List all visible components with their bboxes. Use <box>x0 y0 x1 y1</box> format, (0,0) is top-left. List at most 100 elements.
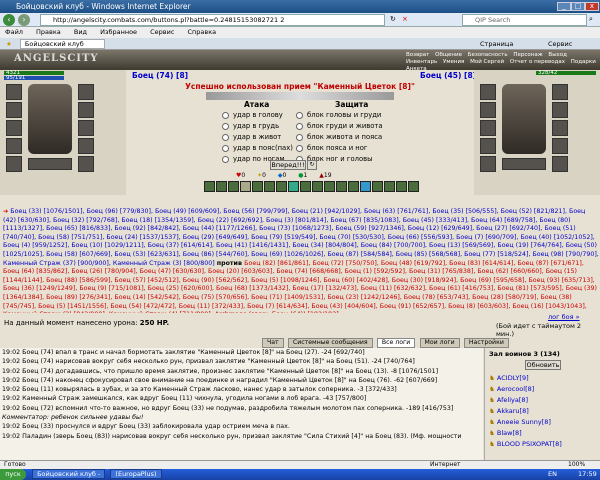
menu-help[interactable]: Справка <box>188 28 217 36</box>
list-item[interactable]: ♞ BLOOD PSIXOPAT[8] <box>489 439 562 450</box>
list-item[interactable]: ♞ Aerocool[8] <box>489 384 562 395</box>
task-ie[interactable]: Бойцовский клуб - <box>32 469 106 479</box>
skill-icon[interactable] <box>252 181 263 192</box>
nav-security[interactable]: Безопасность <box>468 52 508 59</box>
user-name[interactable]: Blaw[8] <box>497 429 522 437</box>
team-right-list[interactable]: Боец (82) [861/861], Боец (72) [750/750]… <box>3 260 597 313</box>
skill-icon[interactable] <box>204 181 215 192</box>
skill-icon[interactable] <box>396 181 407 192</box>
attack-head[interactable]: удар в голову <box>222 110 293 121</box>
tab-settings[interactable]: Настройки <box>463 338 509 348</box>
radio-icon[interactable] <box>222 111 229 119</box>
ring-slot-icon[interactable] <box>78 102 94 118</box>
nav-inventory[interactable]: Инвентарь <box>406 59 437 66</box>
forward-attack-button[interactable]: Вперед!!! <box>270 160 306 170</box>
boots-slot-icon[interactable] <box>78 156 94 172</box>
stop-icon[interactable]: × <box>402 15 408 23</box>
radio-icon[interactable] <box>222 155 229 163</box>
shield-slot-icon[interactable] <box>552 138 568 154</box>
skill-icon[interactable] <box>216 181 227 192</box>
skill-icon[interactable] <box>288 181 299 192</box>
user-name[interactable]: Afeliya[8] <box>497 396 528 404</box>
nav-skills[interactable]: Умения <box>443 59 464 66</box>
radio-icon[interactable] <box>296 144 303 152</box>
weapon-slot-icon[interactable] <box>6 120 22 136</box>
helmet-slot-icon[interactable] <box>480 84 496 100</box>
right-fighter-name[interactable]: Боец (45) [8] <box>420 71 476 80</box>
tab-system[interactable]: Системные сообщения <box>287 338 373 348</box>
weapon-slot-icon[interactable] <box>480 120 496 136</box>
armor-slot-icon[interactable] <box>480 138 496 154</box>
shield-slot-icon[interactable] <box>78 138 94 154</box>
radio-icon[interactable] <box>296 111 303 119</box>
minimize-button[interactable]: _ <box>557 2 571 11</box>
defend-head-chest[interactable]: блок головы и груди <box>296 110 383 121</box>
skill-icon[interactable] <box>348 181 359 192</box>
list-item[interactable]: ♞ Aneeie Sunny[8] <box>489 417 562 428</box>
menu-tools[interactable]: Сервис <box>150 28 174 36</box>
menu-file[interactable]: Файл <box>5 28 23 36</box>
attack-groin[interactable]: удар в пояс(пах) <box>222 143 293 154</box>
belt-items-icon[interactable] <box>28 158 72 170</box>
skill-icon[interactable] <box>324 181 335 192</box>
belt-slot-icon[interactable] <box>480 156 496 172</box>
amulet-slot-icon[interactable] <box>6 102 22 118</box>
page-menu[interactable]: Страница <box>480 38 513 50</box>
refresh-button[interactable]: Обновить <box>525 360 561 370</box>
close-button[interactable]: x <box>585 2 599 11</box>
defend-chest-belly[interactable]: блок груди и живота <box>296 121 383 132</box>
nav-gifts[interactable]: Подарки <box>571 59 596 66</box>
belt-items-icon[interactable] <box>502 158 546 170</box>
radio-icon[interactable] <box>222 133 229 141</box>
user-name[interactable]: Akkaru[8] <box>497 407 529 415</box>
menu-view[interactable]: Вид <box>74 28 87 36</box>
forward-button[interactable]: › <box>18 14 30 26</box>
helmet-slot-icon[interactable] <box>6 84 22 100</box>
nav-mysergey[interactable]: Мой Сергей <box>470 59 504 66</box>
favorites-star-icon[interactable]: ★ <box>6 40 12 48</box>
radio-icon[interactable] <box>222 144 229 152</box>
skill-icon[interactable] <box>312 181 323 192</box>
radio-icon[interactable] <box>296 122 303 130</box>
list-item[interactable]: ♞ ACIDLY[9] <box>489 373 562 384</box>
language-indicator[interactable]: EN <box>548 469 557 480</box>
gloves-slot-icon[interactable] <box>78 120 94 136</box>
search-input[interactable]: QIP Search <box>462 14 587 26</box>
task-radio[interactable]: (EuropaPlus) <box>110 469 162 479</box>
skill-icon[interactable] <box>336 181 347 192</box>
user-name[interactable]: BLOOD PSIXOPAT[8] <box>497 440 562 448</box>
nav-chat[interactable]: Общение <box>435 52 462 59</box>
skill-icon[interactable] <box>240 181 251 192</box>
amulet-slot-icon[interactable] <box>480 102 496 118</box>
defend-groin-legs[interactable]: блок пояса и ног <box>296 143 383 154</box>
skill-icon[interactable] <box>228 181 239 192</box>
radio-icon[interactable] <box>296 133 303 141</box>
tab-fightclub[interactable]: Бойцовский клуб <box>19 39 105 49</box>
list-item[interactable]: ♞ Akkaru[8] <box>489 406 562 417</box>
skill-icon[interactable] <box>408 181 419 192</box>
earring-slot-icon[interactable] <box>552 84 568 100</box>
start-button[interactable]: пуск <box>0 469 26 480</box>
search-icon[interactable]: ⌕ <box>589 15 593 24</box>
refresh-battle-icon[interactable]: ↻ <box>307 160 317 170</box>
menu-favorites[interactable]: Избранное <box>100 28 137 36</box>
list-item[interactable]: ♞ Afeliya[8] <box>489 395 562 406</box>
zoom-level[interactable]: 100% <box>568 461 585 469</box>
url-field[interactable]: http://angelscity.combats.com/buttons.pl… <box>40 14 385 26</box>
tab-chat[interactable]: Чат <box>262 338 284 348</box>
maximize-button[interactable]: □ <box>571 2 585 11</box>
user-name[interactable]: Aneeie Sunny[8] <box>497 418 551 426</box>
belt-slot-icon[interactable] <box>6 156 22 172</box>
nav-return[interactable]: Возврат <box>406 52 429 59</box>
gloves-slot-icon[interactable] <box>552 120 568 136</box>
skill-icon[interactable] <box>372 181 383 192</box>
tools-menu[interactable]: Сервис <box>548 38 572 50</box>
nav-transfers[interactable]: Отчет о переводах <box>510 59 565 66</box>
team-left-list[interactable]: Боец (33) [1076/1501], Боец (96) [779/83… <box>3 208 599 267</box>
skill-icon[interactable] <box>300 181 311 192</box>
left-fighter-name[interactable]: Боец (74) [8] <box>132 71 188 80</box>
skill-icon[interactable] <box>360 181 371 192</box>
nav-exit[interactable]: Выход <box>548 52 567 59</box>
user-name[interactable]: Aerocool[8] <box>497 385 534 393</box>
refresh-icon[interactable]: ↻ <box>390 15 396 23</box>
